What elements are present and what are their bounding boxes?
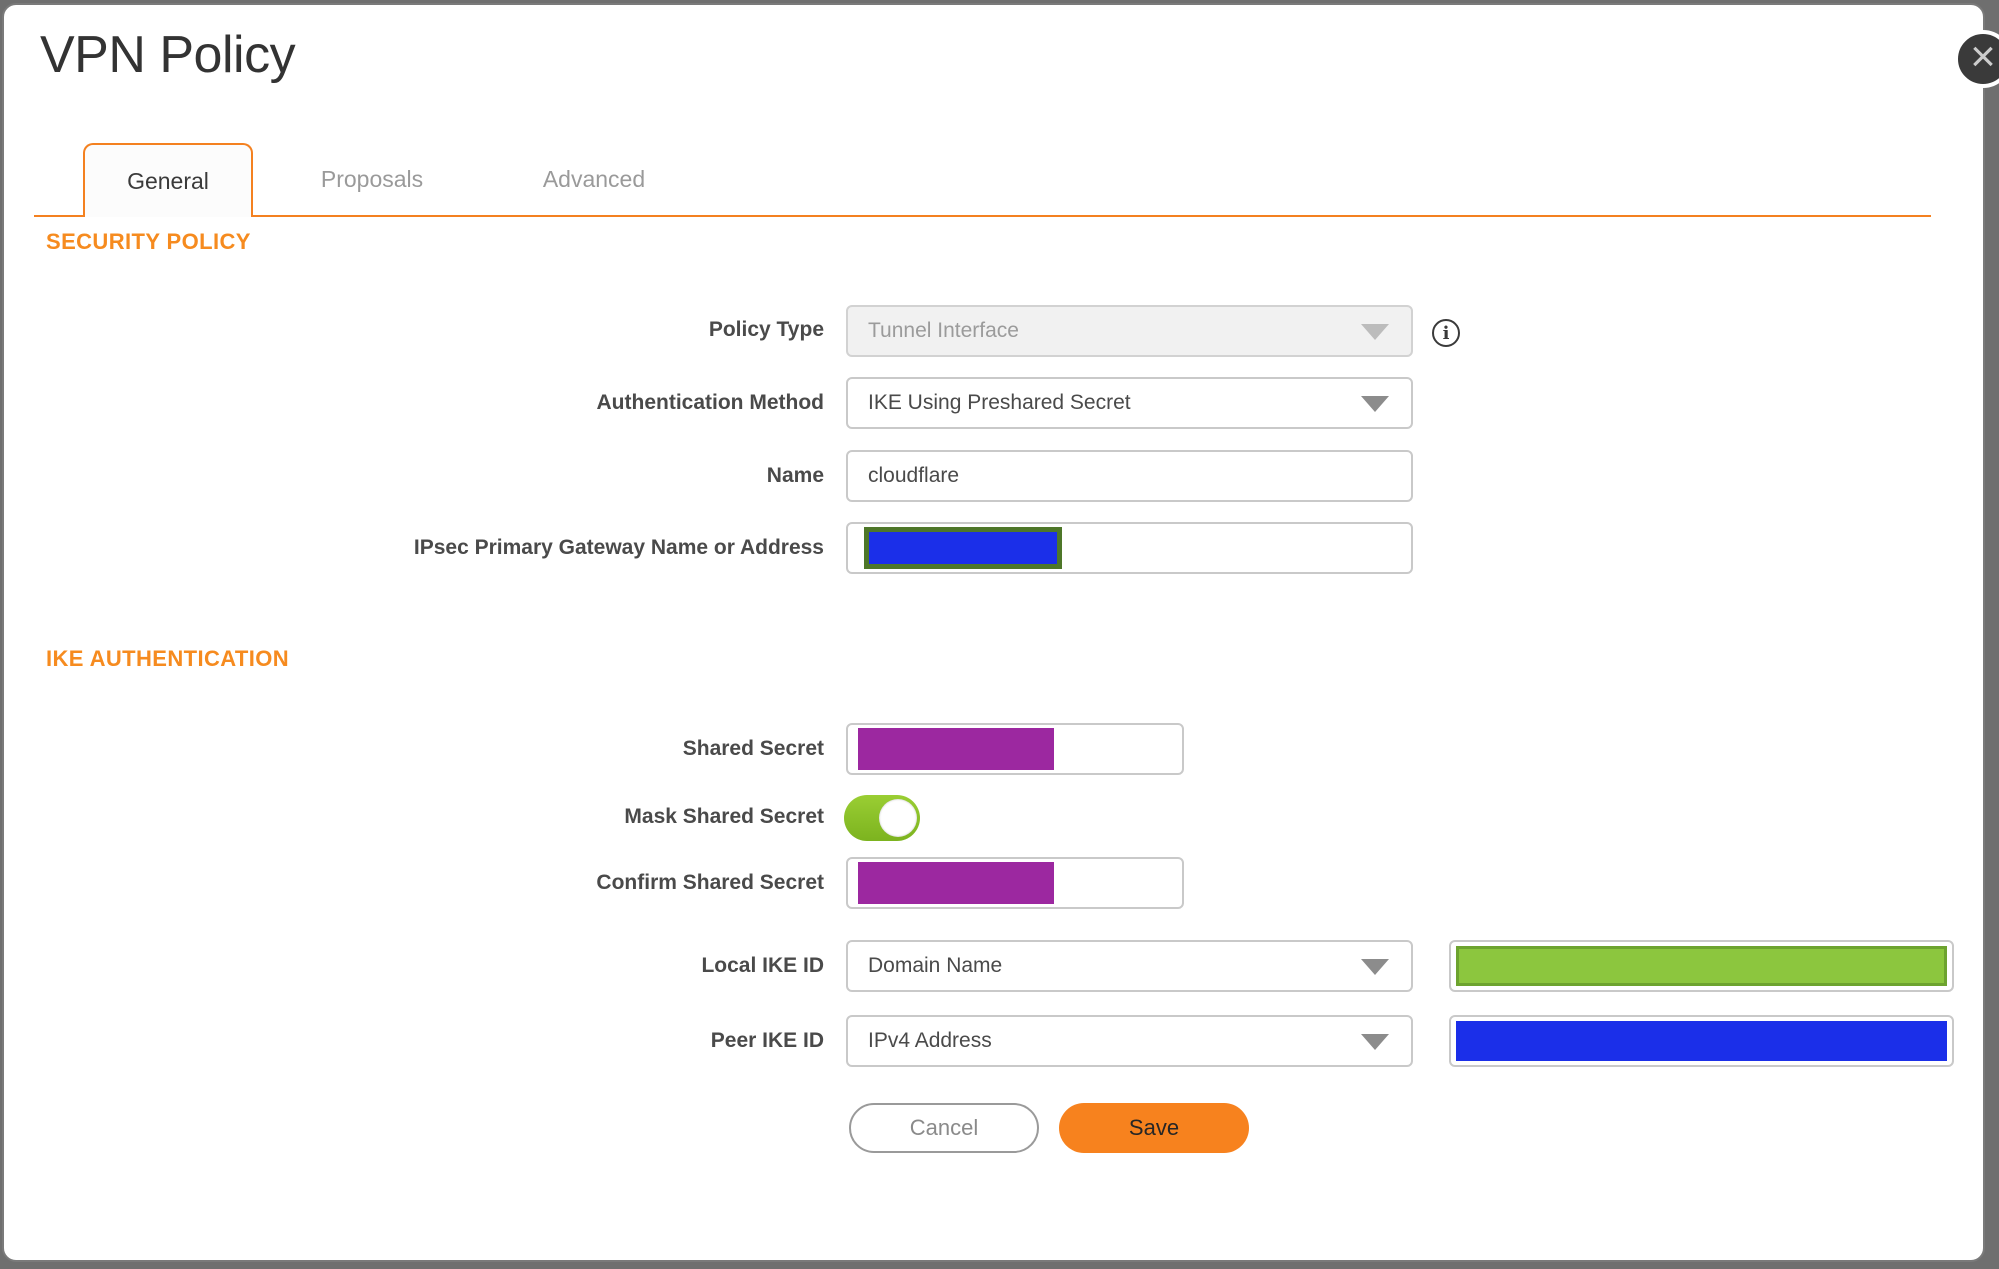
policy-type-value: Tunnel Interface xyxy=(868,319,1019,342)
policy-type-dropdown[interactable]: Tunnel Interface xyxy=(846,305,1413,357)
cancel-button[interactable]: Cancel xyxy=(849,1103,1039,1153)
save-button[interactable]: Save xyxy=(1059,1103,1249,1153)
mask-shared-secret-label: Mask Shared Secret xyxy=(624,805,824,828)
info-icon[interactable]: i xyxy=(1432,319,1460,347)
page-title: VPN Policy xyxy=(40,26,296,84)
shared-secret-label: Shared Secret xyxy=(682,737,824,760)
auth-method-value: IKE Using Preshared Secret xyxy=(868,391,1131,414)
auth-method-label: Authentication Method xyxy=(596,391,824,414)
redacted-local-ike-id xyxy=(1456,946,1947,986)
ike-authentication-heading: IKE AUTHENTICATION xyxy=(46,646,290,671)
local-ike-id-value: Domain Name xyxy=(868,954,1003,977)
tab-general-label: General xyxy=(127,167,209,194)
cancel-button-label: Cancel xyxy=(909,1115,979,1140)
peer-ike-id-label: Peer IKE ID xyxy=(710,1029,824,1052)
peer-ike-id-value: IPv4 Address xyxy=(868,1029,992,1052)
tab-proposals[interactable]: Proposals xyxy=(287,143,457,215)
tab-advanced-label: Advanced xyxy=(542,165,646,192)
chevron-down-icon xyxy=(1361,959,1389,975)
tab-general[interactable]: General xyxy=(83,143,253,217)
save-button-label: Save xyxy=(1128,1115,1180,1140)
tab-advanced[interactable]: Advanced xyxy=(509,143,679,215)
security-policy-heading: SECURITY POLICY xyxy=(46,229,251,254)
redacted-peer-ike-id xyxy=(1456,1021,1947,1061)
tab-underline xyxy=(34,215,1931,217)
local-ike-id-dropdown[interactable]: Domain Name xyxy=(846,940,1413,992)
local-ike-id-label: Local IKE ID xyxy=(701,954,824,977)
name-input[interactable] xyxy=(846,450,1413,502)
mask-shared-secret-toggle[interactable] xyxy=(844,795,920,841)
name-label: Name xyxy=(766,464,824,487)
redacted-shared-secret xyxy=(858,728,1054,770)
toggle-knob xyxy=(879,799,917,837)
chevron-down-icon xyxy=(1361,324,1389,340)
vpn-policy-dialog: VPN Policy General Proposals Advanced SE… xyxy=(2,3,1985,1262)
chevron-down-icon xyxy=(1361,396,1389,412)
gateway-label: IPsec Primary Gateway Name or Address xyxy=(413,536,824,559)
policy-type-label: Policy Type xyxy=(708,318,824,341)
chevron-down-icon xyxy=(1361,1034,1389,1050)
redacted-gateway-address xyxy=(864,527,1062,569)
confirm-shared-secret-label: Confirm Shared Secret xyxy=(596,871,824,894)
redacted-confirm-shared-secret xyxy=(858,862,1054,904)
auth-method-dropdown[interactable]: IKE Using Preshared Secret xyxy=(846,377,1413,429)
peer-ike-id-dropdown[interactable]: IPv4 Address xyxy=(846,1015,1413,1067)
tab-proposals-label: Proposals xyxy=(320,165,424,192)
